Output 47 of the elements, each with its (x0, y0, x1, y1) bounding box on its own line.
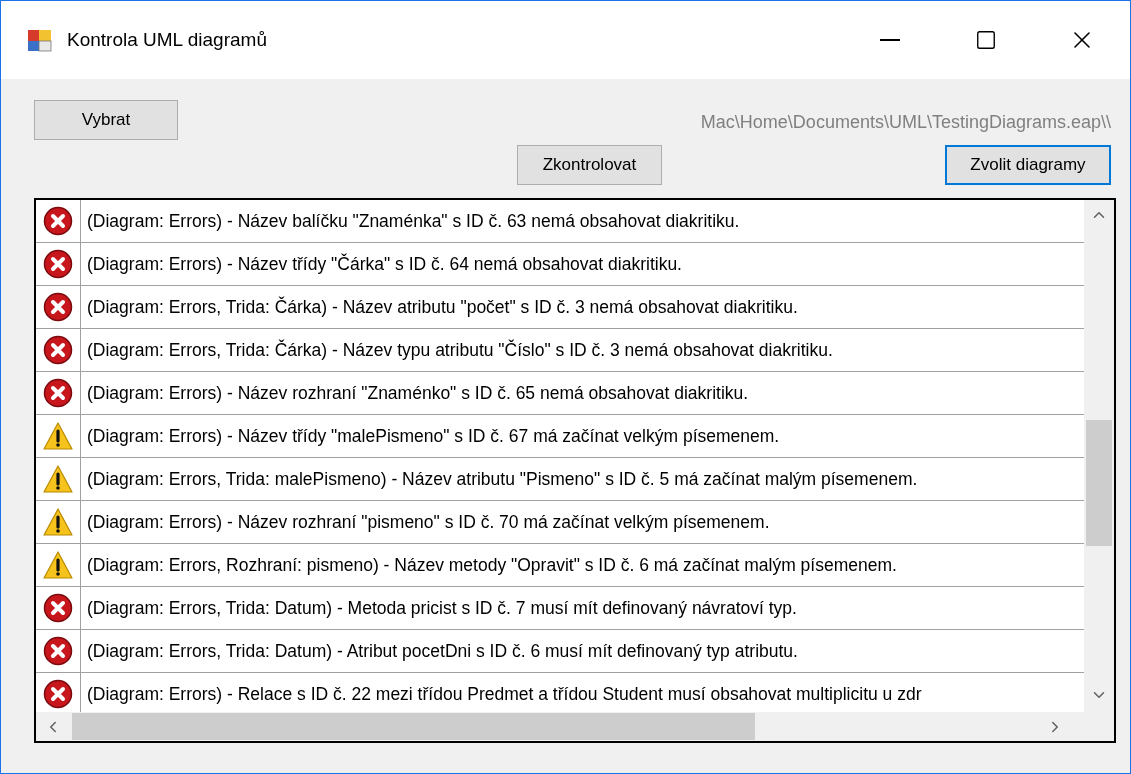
message-row[interactable]: (Diagram: Errors, Trida: Datum) - Metoda pricist s ID č. 7 musí mít definovaný návratoví typ. (36, 587, 1084, 630)
message-text: (Diagram: Errors) - Relace s ID č. 22 mezi třídou Predmet a třídou Student musí obsahovat multiplicitu u zdr (86, 682, 922, 706)
message-row[interactable]: (Diagram: Errors, Rozhraní: pismeno) - Název metody "Opravit" s ID č. 6 má začínat malým písemenem. (36, 544, 1084, 587)
vertical-scrollbar[interactable] (1084, 200, 1114, 712)
error-icon (43, 249, 73, 279)
scrollbar-thumb[interactable] (1086, 420, 1112, 546)
message-text: (Diagram: Errors, Trida: malePismeno) - Název atributu "Pismeno" s ID č. 5 má začínat malým písemenem. (86, 467, 918, 491)
app-icon (27, 27, 53, 53)
message-text: (Diagram: Errors, Trida: Čárka) - Název typu atributu "Číslo" s ID č. 3 nemá obsahovat diakritiku. (86, 338, 833, 362)
minimize-icon (880, 39, 900, 41)
message-row[interactable]: (Diagram: Errors) - Název rozhraní "pismeno" s ID č. 70 má začínat velkým písemenem. (36, 501, 1084, 544)
message-text: (Diagram: Errors, Trida: Datum) - Atribut pocetDni s ID č. 6 musí mít definovaný typ atributu. (86, 639, 798, 663)
warning-icon (43, 465, 73, 493)
message-row[interactable]: (Diagram: Errors, Trida: Datum) - Atribut pocetDni s ID č. 6 musí mít definovaný typ atributu. (36, 630, 1084, 673)
error-icon (43, 378, 73, 408)
error-icon (43, 292, 73, 322)
message-row[interactable]: (Diagram: Errors) - Název třídy "malePismeno" s ID č. 67 má začínat velkým písemenem. (36, 415, 1084, 458)
error-icon (43, 206, 73, 236)
message-row[interactable]: (Diagram: Errors) - Název rozhraní "Znaménko" s ID č. 65 nemá obsahovat diakritiku. (36, 372, 1084, 415)
error-icon (43, 679, 73, 709)
message-row[interactable]: (Diagram: Errors, Trida: Čárka) - Název atributu "počet" s ID č. 3 nemá obsahovat diakritiku. (36, 286, 1084, 329)
warning-icon (43, 422, 73, 450)
horizontal-scrollbar[interactable] (36, 712, 1114, 741)
choose-diagrams-button[interactable]: Zvolit diagramy (945, 145, 1111, 185)
message-text: (Diagram: Errors) - Název balíčku "Znaménka" s ID č. 63 nemá obsahovat diakritiku. (86, 209, 740, 233)
window-title: Kontrola UML diagramů (67, 27, 267, 52)
warning-icon (43, 551, 73, 579)
message-text: (Diagram: Errors) - Název třídy "malePismeno" s ID č. 67 má začínat velkým písemenem. (86, 424, 780, 448)
error-icon (43, 593, 73, 623)
message-row[interactable]: (Diagram: Errors, Trida: malePismeno) - Název atributu "Pismeno" s ID č. 5 má začínat malým písemenem. (36, 458, 1084, 501)
maximize-icon (975, 29, 997, 51)
message-text: (Diagram: Errors) - Název rozhraní "Znaménko" s ID č. 65 nemá obsahovat diakritiku. (86, 381, 749, 405)
message-text: (Diagram: Errors, Rozhraní: pismeno) - Název metody "Opravit" s ID č. 6 má začínat malým písemenem. (86, 553, 897, 577)
message-row[interactable]: (Diagram: Errors) - Název balíčku "Znaménka" s ID č. 63 nemá obsahovat diakritiku. (36, 200, 1084, 243)
error-icon (43, 335, 73, 365)
message-text: (Diagram: Errors, Trida: Čárka) - Název atributu "počet" s ID č. 3 nemá obsahovat diakritiku. (86, 295, 798, 319)
error-icon (43, 636, 73, 666)
scrollbar-thumb[interactable] (72, 713, 755, 740)
warning-icon (43, 508, 73, 536)
check-button[interactable]: Zkontrolovat (517, 145, 662, 185)
message-text: (Diagram: Errors) - Název třídy "Čárka" s ID č. 64 nemá obsahovat diakritiku. (86, 252, 682, 276)
message-row[interactable]: (Diagram: Errors) - Název třídy "Čárka" s ID č. 64 nemá obsahovat diakritiku. (36, 243, 1084, 286)
message-text: (Diagram: Errors, Trida: Datum) - Metoda pricist s ID č. 7 musí mít definovaný návratoví typ. (86, 596, 797, 620)
file-path: Mac\Home\Documents\UML\TestingDiagrams.eap\\ (700, 111, 1111, 134)
message-row[interactable]: (Diagram: Errors, Trida: Čárka) - Název typu atributu "Číslo" s ID č. 3 nemá obsahovat diakritiku. (36, 329, 1084, 372)
message-text: (Diagram: Errors) - Název rozhraní "pismeno" s ID č. 70 má začínat velkým písemenem. (86, 510, 770, 534)
select-button[interactable]: Vybrat (34, 100, 178, 140)
